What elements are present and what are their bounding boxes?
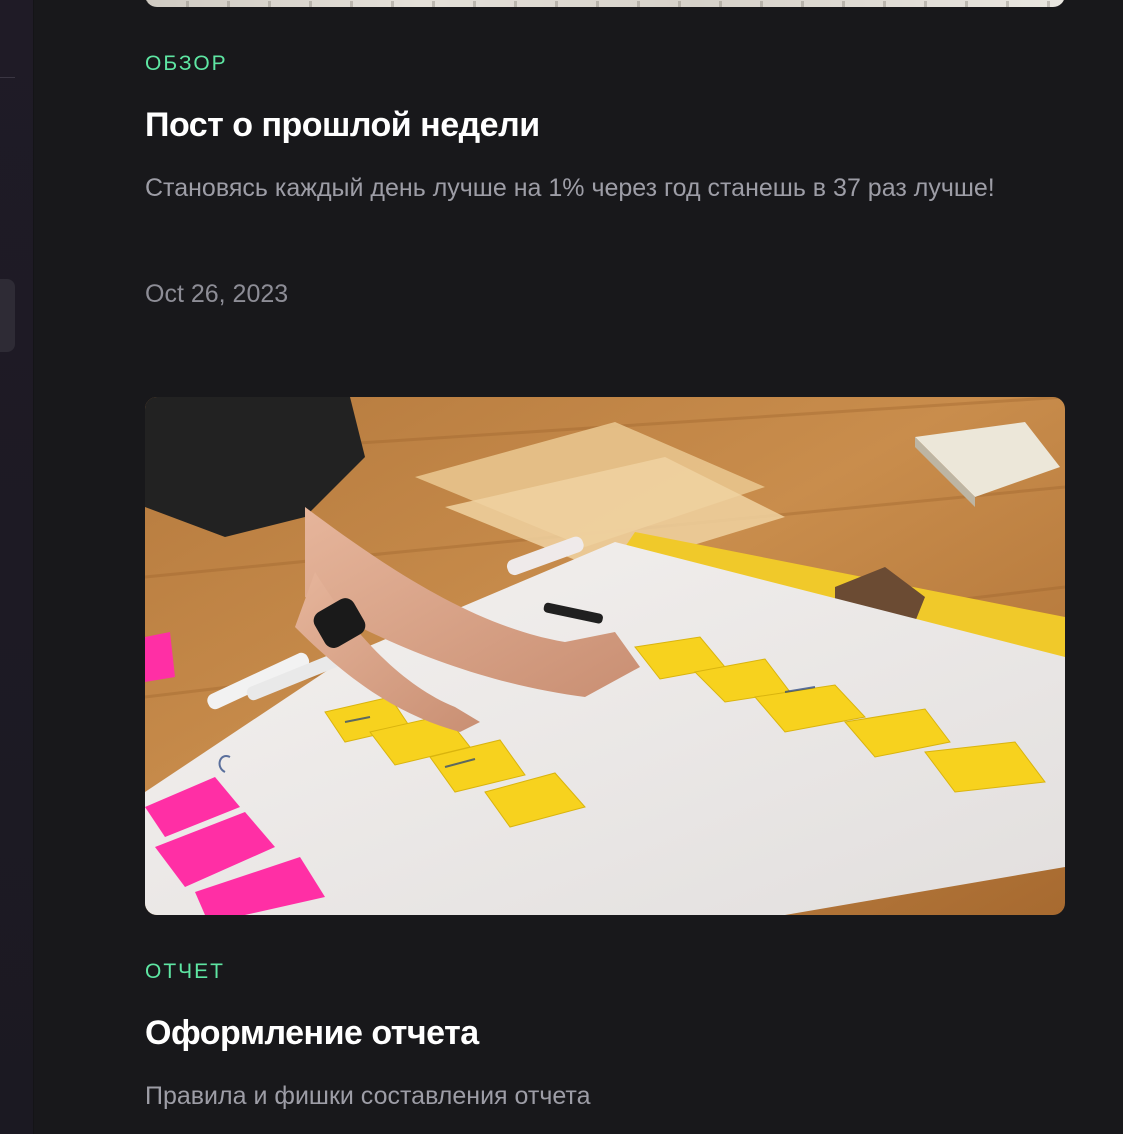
post-excerpt: Правила и фишки составления отчета (145, 1082, 591, 1110)
post-title[interactable]: Пост о прошлой недели (145, 106, 540, 145)
sidebar-divider (0, 77, 15, 78)
sidebar-tab[interactable] (0, 279, 15, 352)
blog-page: ОБЗОР Пост о прошлой недели Становясь ка… (0, 0, 1123, 1134)
post-date: Oct 26, 2023 (145, 280, 289, 308)
sticky-notes-photo (145, 397, 1065, 915)
sidebar-border (33, 0, 34, 1134)
post-category[interactable]: ОТЧЕТ (145, 960, 225, 984)
sidebar (0, 0, 33, 1134)
post-title[interactable]: Оформление отчета (145, 1014, 479, 1053)
post-category[interactable]: ОБЗОР (145, 52, 228, 76)
previous-post-image[interactable] (145, 0, 1065, 7)
post-image[interactable] (145, 397, 1065, 915)
post-excerpt: Становясь каждый день лучше на 1% через … (145, 174, 995, 202)
